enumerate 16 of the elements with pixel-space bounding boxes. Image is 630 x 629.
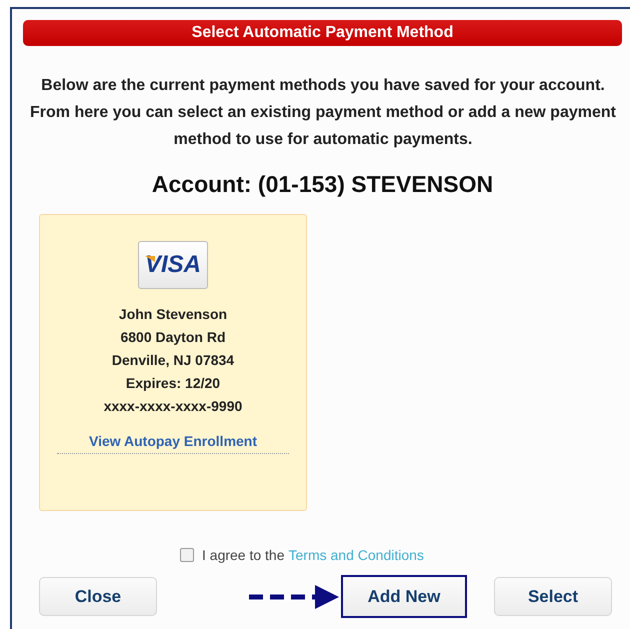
account-heading: Account: (01-153) STEVENSON — [150, 171, 494, 198]
add-new-button[interactable]: Add New — [341, 575, 467, 618]
payment-card[interactable]: VISA John Stevenson 6800 Dayton Rd Denville, NJ 07834 Expires: 12/20 xxxx-xxxx-xxxx-9990 View Autopay Enrollment — [39, 214, 307, 511]
intro-text: Below are the current payment methods you have saved for your account. From here you can select an existing payment method or add a new payment method to use for automatic payments. — [29, 76, 617, 150]
agree-text: I agree to the — [202, 547, 285, 563]
select-button[interactable]: Select — [494, 577, 612, 616]
card-detail: Denville, NJ 07834 — [112, 351, 234, 370]
agree-checkbox[interactable] — [180, 548, 194, 562]
autopay-link[interactable]: View Autopay Enrollment — [57, 433, 289, 454]
dialog-header: Select Automatic Payment Method — [23, 20, 622, 46]
card-detail: John Stevenson — [118, 305, 228, 324]
card-detail: xxxx-xxxx-xxxx-9990 — [104, 397, 242, 416]
card-logo: VISA — [138, 241, 208, 289]
close-button[interactable]: Close — [39, 577, 157, 616]
card-detail: 6800 Dayton Rd — [120, 328, 226, 347]
card-detail: Expires: 12/20 — [126, 374, 220, 393]
